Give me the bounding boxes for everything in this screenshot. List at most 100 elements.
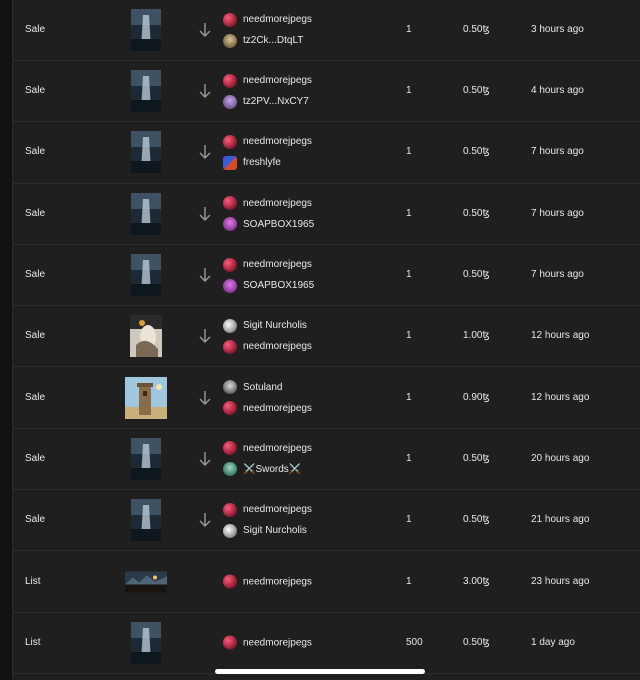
event-type: Sale [25, 24, 46, 35]
quantity: 1 [406, 391, 412, 403]
table-row[interactable]: Sale Sigit Nurcholis needmorejpegs 1 1.0… [13, 306, 640, 368]
quantity: 1 [406, 514, 412, 526]
quantity: 1 [406, 575, 412, 587]
from-user[interactable]: needmorejpegs [223, 438, 312, 459]
from-user[interactable]: needmorejpegs [223, 499, 312, 520]
quantity: 500 [406, 636, 423, 648]
tower-artwork-thumbnail[interactable] [125, 376, 167, 419]
waterfall-artwork-thumbnail[interactable] [131, 499, 161, 542]
arrow-down-icon [198, 451, 212, 467]
avatar [223, 134, 237, 149]
from-user[interactable]: needmorejpegs [223, 571, 312, 592]
arrow-down-icon [198, 512, 212, 528]
avatar [223, 318, 237, 333]
waterfall-artwork-thumbnail[interactable] [131, 9, 161, 51]
from-user[interactable]: needmorejpegs [223, 70, 312, 91]
from-username: Sotuland [243, 381, 283, 393]
quantity: 1 [406, 207, 412, 219]
table-row[interactable]: List needmorejpegs 1 3.00ꜩ 23 hours ago [13, 551, 640, 613]
price: 0.50ꜩ [463, 146, 490, 158]
timestamp: 1 day ago [531, 636, 575, 648]
transfer-parties: needmorejpegs [223, 571, 312, 592]
waterfall-artwork-thumbnail[interactable] [131, 70, 161, 113]
from-username: needmorejpegs [243, 259, 312, 271]
landscape-artwork-thumbnail[interactable] [125, 571, 167, 593]
to-username: needmorejpegs [243, 341, 312, 353]
table-row[interactable]: Sale needmorejpegs freshlyfe 1 0.50ꜩ 7 h… [13, 122, 640, 184]
arrow-down-icon [198, 144, 212, 160]
avatar [223, 94, 237, 109]
avatar [223, 278, 237, 293]
transfer-parties: needmorejpegs freshlyfe [223, 131, 312, 173]
table-row[interactable]: Sale Sotuland needmorejpegs 1 0.90ꜩ 12 h… [13, 367, 640, 429]
portrait-artwork-thumbnail[interactable] [130, 315, 162, 358]
table-row[interactable]: Sale needmorejpegs SOAPBOX1965 1 0.50ꜩ 7… [13, 184, 640, 245]
transfer-parties: needmorejpegs tz2Ck...DtqLT [223, 9, 312, 51]
waterfall-artwork-thumbnail[interactable] [131, 254, 161, 297]
arrow-down-icon [198, 22, 212, 38]
table-row[interactable]: Sale needmorejpegs tz2Ck...DtqLT 1 0.50ꜩ… [13, 0, 640, 61]
event-type: Sale [25, 269, 46, 281]
price: 0.50ꜩ [463, 24, 490, 35]
to-user[interactable]: tz2Ck...DtqLT [223, 30, 312, 51]
timestamp: 7 hours ago [531, 269, 584, 281]
quantity: 1 [406, 330, 412, 342]
transfer-parties: needmorejpegs ⚔️Swords⚔️ [223, 438, 312, 480]
event-type: Sale [25, 452, 46, 464]
to-username: Sigit Nurcholis [243, 525, 307, 537]
quantity: 1 [406, 146, 412, 158]
table-row[interactable]: Sale needmorejpegs tz2PV...NxCY7 1 0.50ꜩ… [13, 61, 640, 123]
activity-table: Sale needmorejpegs tz2Ck...DtqLT 1 0.50ꜩ… [12, 0, 640, 680]
table-row[interactable]: Sale needmorejpegs Sigit Nurcholis 1 0.5… [13, 490, 640, 552]
table-row[interactable]: List needmorejpegs 500 0.50ꜩ 1 day ago [13, 613, 640, 674]
from-user[interactable]: needmorejpegs [223, 254, 314, 275]
timestamp: 20 hours ago [531, 452, 590, 464]
quantity: 1 [406, 85, 412, 97]
to-user[interactable]: needmorejpegs [223, 336, 312, 357]
price: 0.50ꜩ [463, 452, 490, 464]
avatar [223, 339, 237, 354]
from-user[interactable]: needmorejpegs [223, 131, 312, 152]
transfer-parties: needmorejpegs SOAPBOX1965 [223, 254, 314, 296]
waterfall-artwork-thumbnail[interactable] [131, 621, 161, 664]
to-user[interactable]: needmorejpegs [223, 398, 312, 419]
to-user[interactable]: ⚔️Swords⚔️ [223, 459, 312, 480]
from-user[interactable]: needmorejpegs [223, 632, 312, 653]
avatar [223, 196, 237, 211]
to-user[interactable]: SOAPBOX1965 [223, 214, 314, 235]
table-row[interactable]: Sale needmorejpegs SOAPBOX1965 1 0.50ꜩ 7… [13, 245, 640, 307]
price: 1.00ꜩ [463, 330, 490, 342]
price: 0.90ꜩ [463, 391, 490, 403]
avatar [223, 155, 237, 170]
from-user[interactable]: needmorejpegs [223, 9, 312, 30]
to-username: tz2Ck...DtqLT [243, 35, 304, 46]
price: 0.50ꜩ [463, 207, 490, 219]
from-user[interactable]: needmorejpegs [223, 193, 314, 214]
transfer-parties: needmorejpegs Sigit Nurcholis [223, 499, 312, 541]
avatar [223, 502, 237, 517]
home-indicator[interactable] [215, 669, 425, 674]
arrow-down-icon [198, 390, 212, 406]
to-user[interactable]: freshlyfe [223, 152, 312, 173]
timestamp: 4 hours ago [531, 85, 584, 97]
from-user[interactable]: Sotuland [223, 377, 312, 398]
event-type: Sale [25, 207, 46, 219]
event-type: Sale [25, 514, 46, 526]
event-type: Sale [25, 146, 46, 158]
avatar [223, 12, 237, 27]
to-user[interactable]: Sigit Nurcholis [223, 520, 312, 541]
to-user[interactable]: SOAPBOX1965 [223, 275, 314, 296]
from-user[interactable]: Sigit Nurcholis [223, 315, 312, 336]
waterfall-artwork-thumbnail[interactable] [131, 192, 161, 235]
waterfall-artwork-thumbnail[interactable] [131, 131, 161, 174]
from-username: needmorejpegs [243, 136, 312, 148]
to-username: SOAPBOX1965 [243, 280, 315, 292]
avatar [223, 73, 237, 88]
price: 0.50ꜩ [463, 85, 490, 97]
timestamp: 3 hours ago [531, 24, 584, 35]
table-row[interactable]: Sale needmorejpegs ⚔️Swords⚔️ 1 0.50ꜩ 20… [13, 429, 640, 491]
arrow-down-icon [198, 83, 212, 99]
to-user[interactable]: tz2PV...NxCY7 [223, 91, 312, 112]
from-username: needmorejpegs [243, 504, 312, 516]
waterfall-artwork-thumbnail[interactable] [131, 437, 161, 480]
